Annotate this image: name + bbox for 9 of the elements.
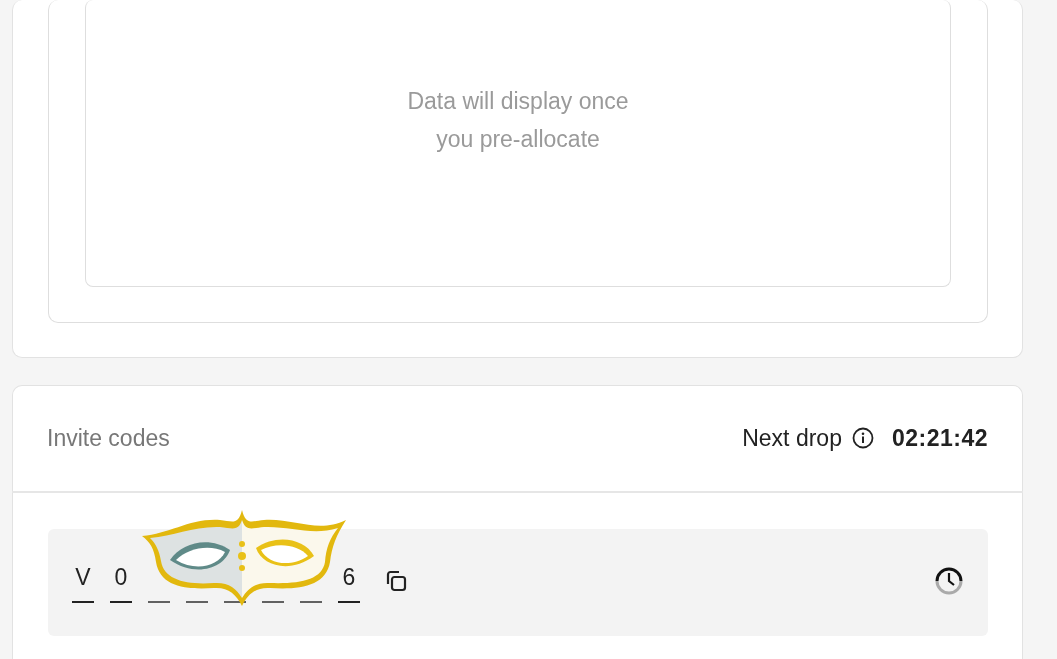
next-drop-label: Next drop (742, 423, 842, 453)
copy-icon[interactable] (384, 568, 408, 593)
info-icon[interactable] (851, 427, 874, 449)
empty-state-message: Data will display once you pre-allocate (407, 87, 629, 154)
code-character: 0 (114, 562, 128, 591)
countdown-timer: 02:21:42 (891, 423, 988, 453)
section-title: Invite codes (47, 423, 170, 453)
code-character: V (75, 562, 91, 591)
code-character: 6 (342, 562, 356, 591)
